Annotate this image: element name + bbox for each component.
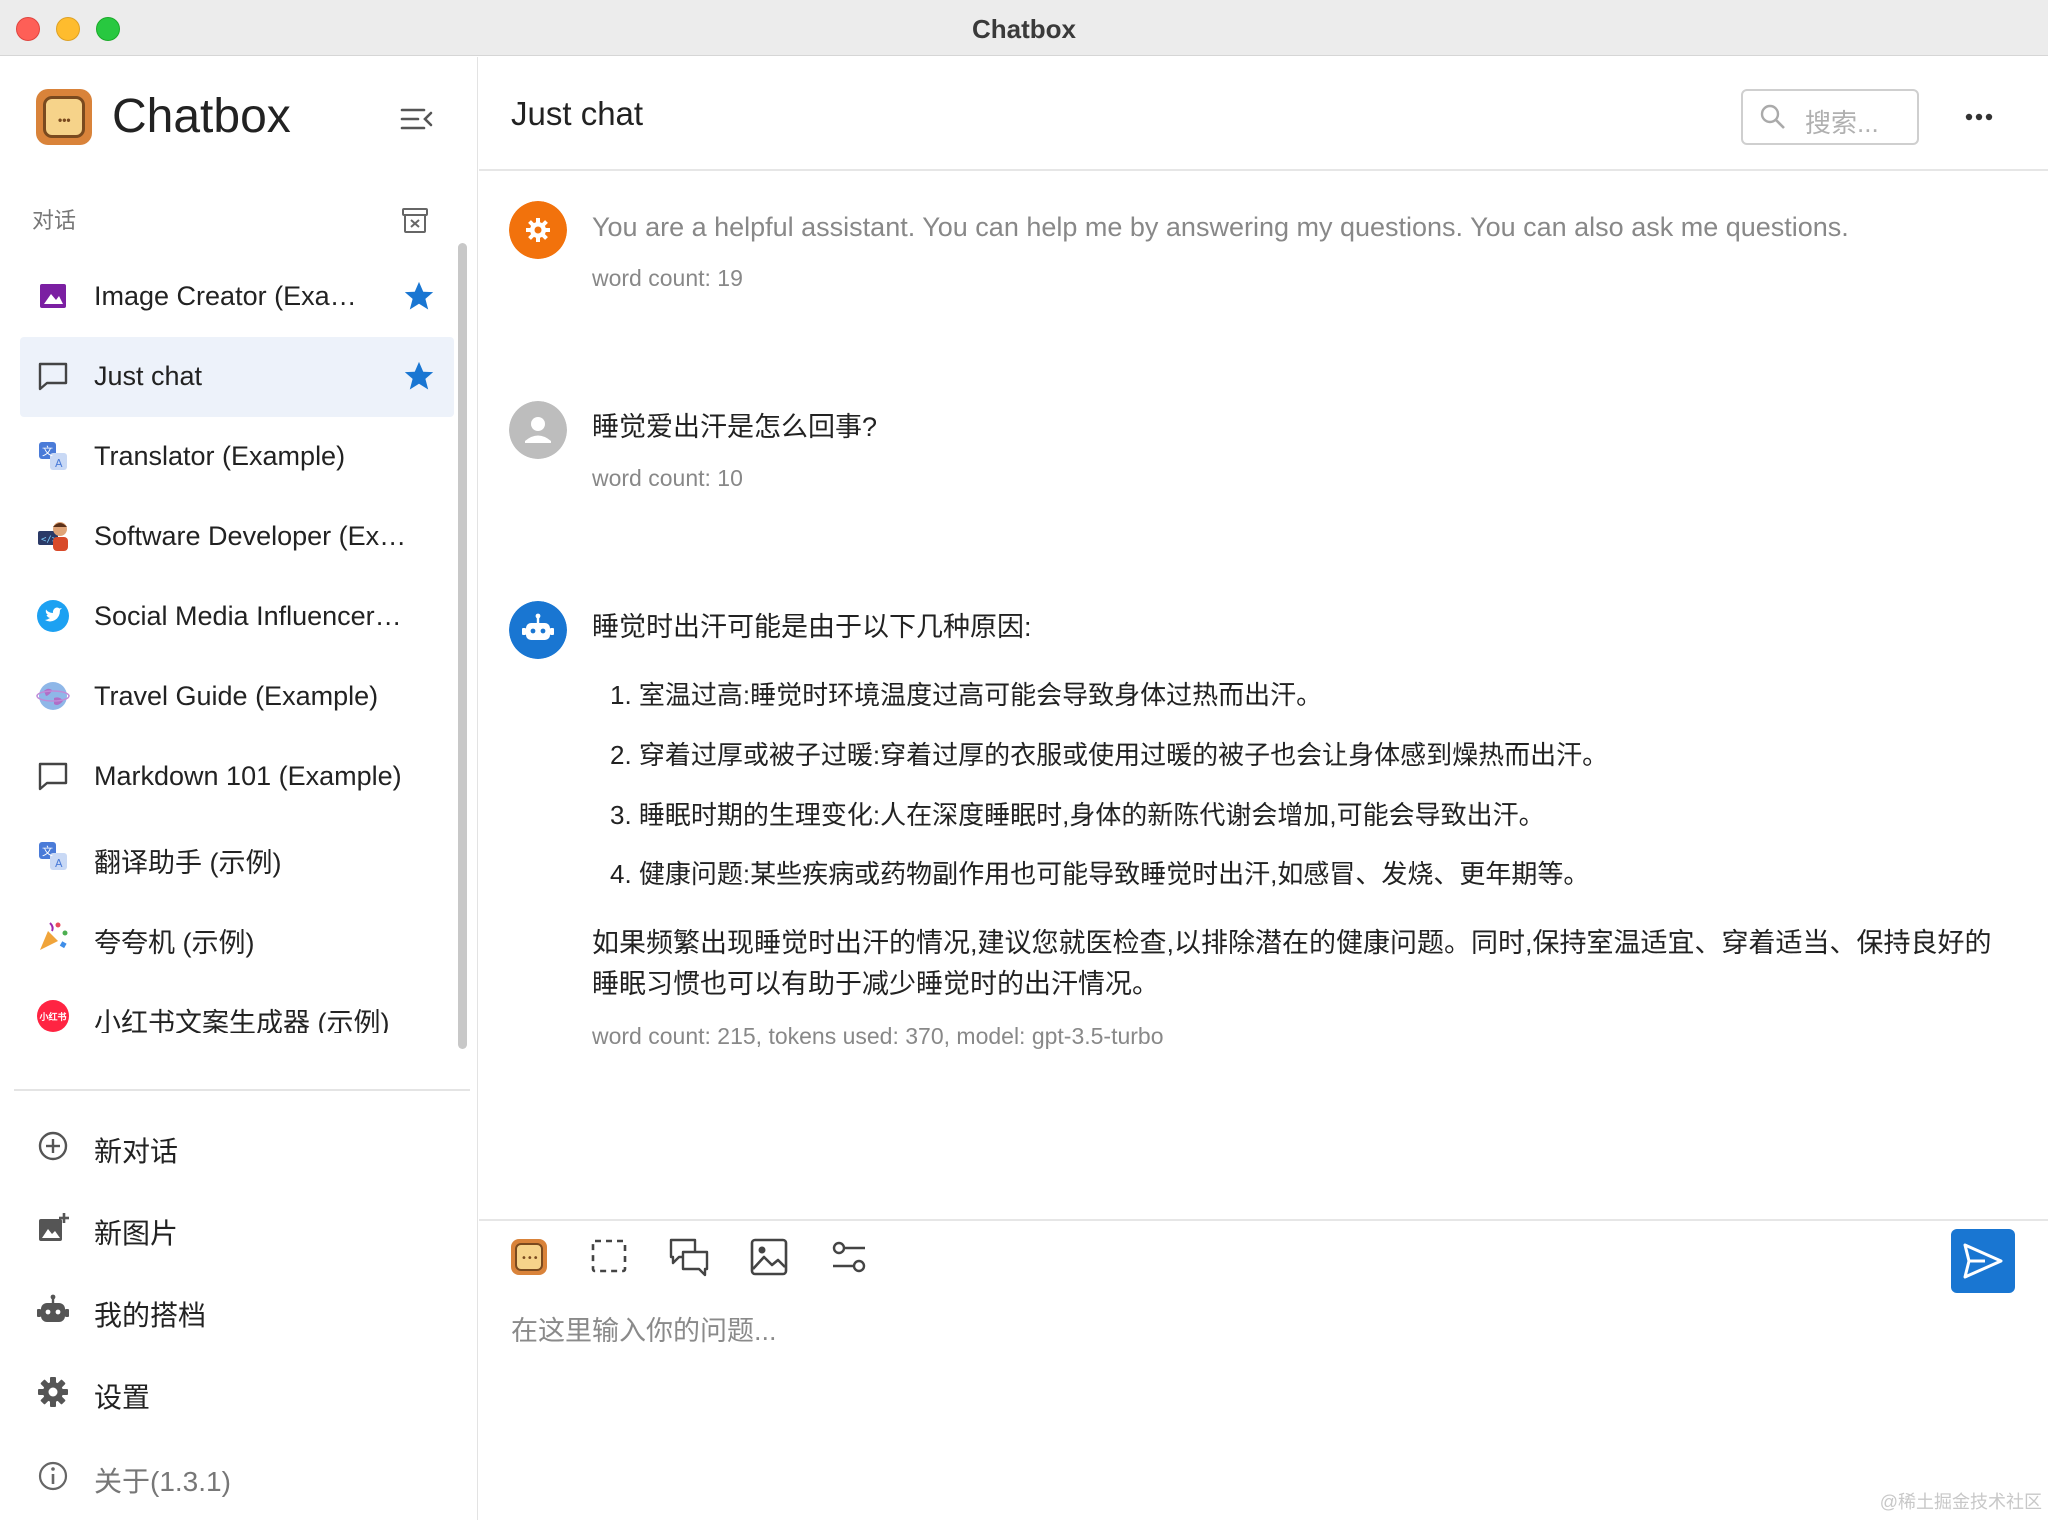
message-input[interactable]: 在这里输入你的问题... (511, 1309, 777, 1348)
watermark: @稀土掘金技术社区 (1879, 1492, 2042, 1512)
add-circle-icon (38, 1131, 68, 1161)
conversation-label: Software Developer (Ex… (94, 521, 407, 551)
assistant-list-item: 2. 穿着过厚或被子过暖:穿着过厚的衣服或使用过暖的被子也会让身体感到燥热而出汗… (610, 740, 1609, 770)
confetti-icon (40, 922, 68, 950)
user-message-text: 睡觉爱出汗是怎么回事? (592, 412, 878, 442)
send-icon (1963, 1243, 2003, 1279)
header-divider (479, 169, 2048, 171)
star-icon[interactable] (402, 279, 436, 313)
info-icon (38, 1461, 68, 1491)
conversations-section-label: 对话 (32, 208, 77, 233)
chat-bubble-icon (38, 762, 68, 791)
window-title: Chatbox (972, 14, 1076, 44)
collapse-sidebar-icon[interactable] (398, 101, 434, 137)
conversation-item-image-creator[interactable]: Image Creator (Exa… (20, 257, 454, 337)
settings-button[interactable]: 设置 (20, 1357, 460, 1427)
new-chat-label: 新对话 (94, 1136, 179, 1167)
input-divider (479, 1219, 2048, 1221)
translate-icon: 文 A (39, 442, 67, 470)
chatbox-logo-icon: ••• (36, 89, 92, 145)
chat-settings-sliders-icon[interactable] (827, 1235, 871, 1279)
assistant-message-intro: 睡觉时出汗可能是由于以下几种原因: (592, 612, 1032, 642)
sidebar: ••• Chatbox 对话 Image Creator (Exa… Just … (0, 57, 478, 1520)
svg-text:小红书: 小红书 (39, 1011, 67, 1023)
svg-text:文: 文 (42, 444, 53, 458)
chat-panel: Just chat 搜索... You are a helpful assist… (479, 57, 2048, 1520)
conversation-item-xiaohongshu[interactable]: 小红书 小红书文案生成器 (示例) (20, 977, 454, 1033)
my-copilots-label: 我的搭档 (94, 1300, 207, 1331)
conversation-label: 夸夸机 (示例) (94, 928, 255, 958)
app-name: Chatbox (112, 90, 291, 143)
user-message-meta: word count: 10 (592, 465, 743, 491)
svg-text:•••: ••• (521, 1253, 539, 1264)
my-copilots-button[interactable]: 我的搭档 (20, 1275, 460, 1345)
conversation-label: 小红书文案生成器 (示例) (94, 1008, 390, 1033)
xiaohongshu-icon: 小红书 (37, 1000, 69, 1032)
chat-title: Just chat (511, 95, 644, 132)
conversation-label: Travel Guide (Example) (94, 681, 379, 711)
new-image-label: 新图片 (94, 1218, 179, 1249)
conversation-label: Social Media Influencer… (94, 601, 402, 631)
svg-text:A: A (55, 857, 63, 870)
conversation-item-social-media-influencer[interactable]: Social Media Influencer… (20, 577, 454, 657)
twitter-bird-icon (37, 600, 69, 632)
conversation-item-translator[interactable]: 文 A Translator (Example) (20, 417, 454, 497)
developer-avatar-icon: </> (38, 522, 68, 551)
assistant-avatar-robot-icon (509, 601, 567, 659)
more-options-icon[interactable] (1959, 101, 1999, 133)
conversation-label: Markdown 101 (Example) (94, 761, 402, 791)
globe-icon (36, 682, 70, 710)
settings-label: 设置 (94, 1382, 151, 1413)
user-avatar-icon (509, 401, 567, 459)
about-label: 关于(1.3.1) (94, 1466, 231, 1497)
sidebar-scrollbar[interactable] (458, 243, 467, 1049)
conversation-label: Image Creator (Exa… (94, 281, 357, 311)
search-icon (1760, 104, 1785, 129)
translate-icon: 文 A (39, 842, 67, 870)
conversation-label: 翻译助手 (示例) (94, 848, 282, 878)
system-message-meta: word count: 19 (592, 265, 743, 291)
conversation-label: Translator (Example) (94, 441, 346, 471)
system-message-text: You are a helpful assistant. You can hel… (592, 212, 1849, 242)
star-icon[interactable] (402, 359, 436, 393)
chat-bubble-icon (38, 362, 68, 391)
assistant-list-item: 1. 室温过高:睡觉时环境温度过高可能会导致身体过热而出汗。 (610, 680, 1323, 710)
search-input[interactable]: 搜索... (1741, 89, 1919, 145)
assistant-message-conclusion: 如果频繁出现睡觉时出汗的情况,建议您就医检查,以排除潜在的健康问题。同时,保持室… (592, 928, 1992, 999)
conversation-item-software-developer[interactable]: </> Software Developer (Ex… (20, 497, 454, 577)
image-upload-icon[interactable] (747, 1235, 791, 1279)
svg-text:A: A (55, 457, 63, 470)
conversation-item-praise-machine[interactable]: 夸夸机 (示例) (20, 897, 454, 977)
conversation-label: Just chat (94, 361, 203, 391)
chatbox-copilot-icon[interactable]: ••• (507, 1235, 551, 1279)
selection-icon[interactable] (587, 1235, 631, 1279)
about-button[interactable]: 关于(1.3.1) (20, 1441, 460, 1511)
sidebar-divider (14, 1089, 470, 1091)
new-image-button[interactable]: 新图片 (20, 1193, 460, 1263)
gear-icon (38, 1377, 68, 1407)
assistant-list-item: 4. 健康问题:某些疾病或药物副作用也可能导致睡觉时出汗,如感冒、发烧、更年期等… (610, 859, 1590, 889)
conversation-item-just-chat[interactable]: Just chat (20, 337, 454, 417)
assistant-list-item: 3. 睡眠时期的生理变化:人在深度睡眠时,身体的新陈代谢会增加,可能会导致出汗。 (610, 800, 1545, 830)
search-placeholder: 搜索... (1805, 108, 1879, 138)
assistant-message-meta: word count: 215, tokens used: 370, model… (592, 1023, 1164, 1049)
robot-icon (37, 1294, 69, 1322)
new-chat-button[interactable]: 新对话 (20, 1111, 460, 1181)
chat-context-icon[interactable] (667, 1235, 711, 1279)
window-titlebar: Chatbox (0, 0, 2048, 56)
add-photo-icon (39, 1213, 69, 1241)
conversation-item-translate-assistant[interactable]: 文 A 翻译助手 (示例) (20, 817, 454, 897)
send-button[interactable] (1951, 1229, 2015, 1293)
conversation-list: Image Creator (Exa… Just chat 文 A Transl… (20, 257, 454, 1033)
svg-text:文: 文 (42, 844, 53, 858)
image-icon (40, 284, 66, 308)
conversation-item-travel-guide[interactable]: Travel Guide (Example) (20, 657, 454, 737)
system-avatar-gear-icon (509, 201, 567, 259)
conversation-item-markdown-101[interactable]: Markdown 101 (Example) (20, 737, 454, 817)
clear-conversations-icon[interactable] (400, 205, 430, 235)
